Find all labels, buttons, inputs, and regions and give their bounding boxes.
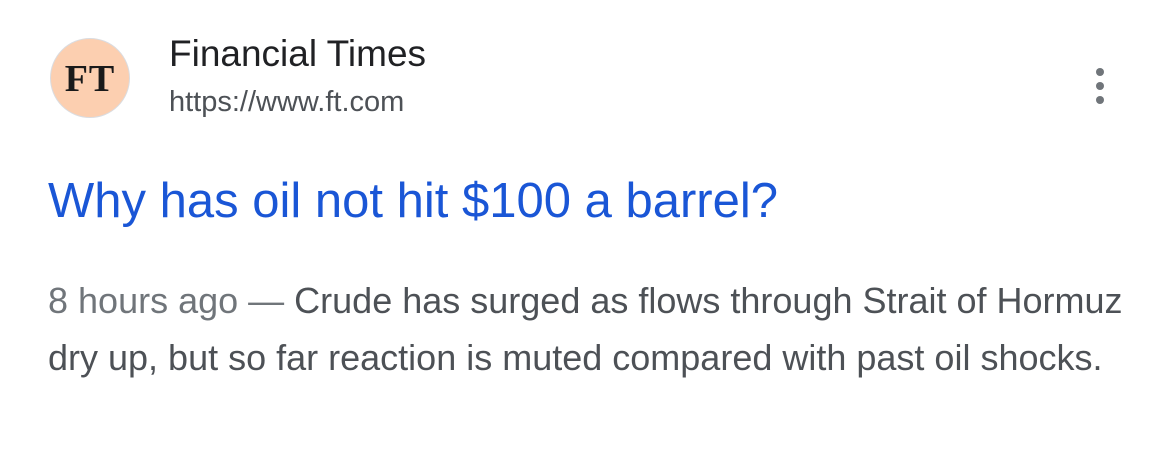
result-title-link[interactable]: Why has oil not hit $100 a barrel? <box>48 168 778 234</box>
search-result: FT Financial Times https://www.ft.com Wh… <box>0 0 1169 463</box>
date-separator: — <box>238 280 295 321</box>
more-vert-icon-dot <box>1096 82 1104 90</box>
more-options-button[interactable] <box>1082 64 1118 108</box>
favicon-logo-text: FT <box>64 58 116 100</box>
site-favicon[interactable]: FT <box>50 38 130 118</box>
result-snippet: 8 hours ago — Crude has surged as flows … <box>48 272 1138 386</box>
more-vert-icon-dot <box>1096 96 1104 104</box>
more-vert-icon-dot <box>1096 68 1104 76</box>
site-url[interactable]: https://www.ft.com <box>169 83 404 121</box>
result-date: 8 hours ago <box>48 280 239 321</box>
site-name[interactable]: Financial Times <box>169 32 426 76</box>
